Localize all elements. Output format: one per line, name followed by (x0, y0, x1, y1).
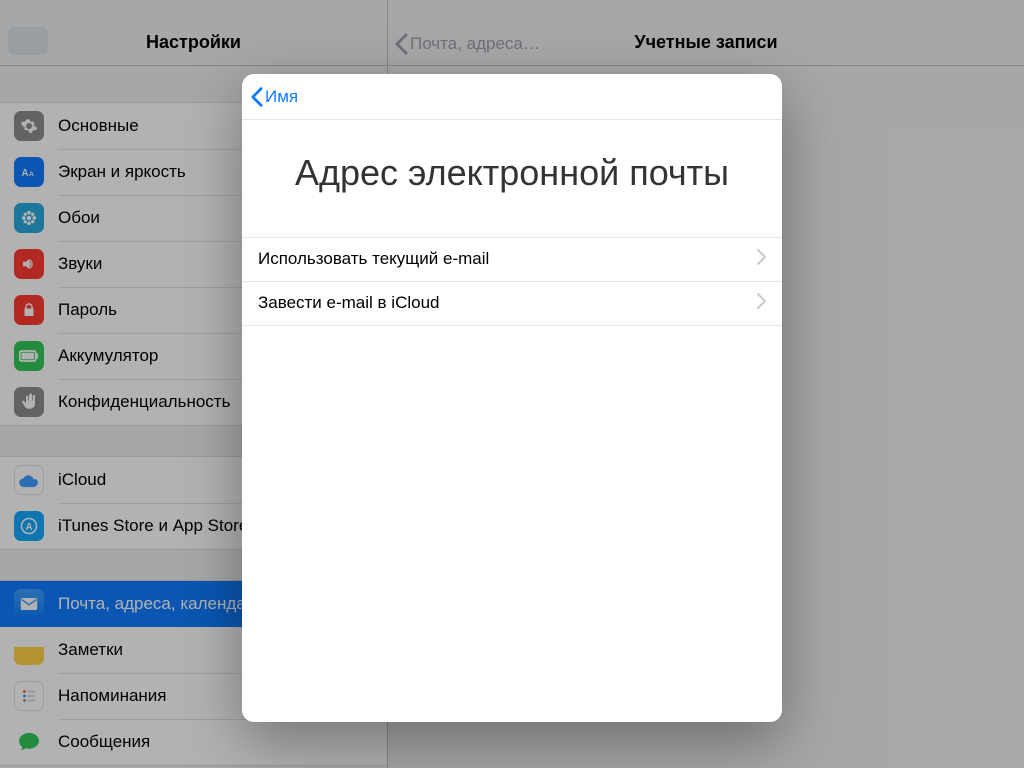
email-modal: Имя Адрес электронной почты Использовать… (242, 74, 782, 722)
modal-options: Использовать текущий e-mail Завести e-ma… (242, 237, 782, 326)
modal-option-current-email[interactable]: Использовать текущий e-mail (242, 238, 782, 282)
chevron-right-icon (757, 249, 766, 270)
chevron-right-icon (757, 293, 766, 314)
modal-option-icloud-email[interactable]: Завести e-mail в iCloud (242, 282, 782, 326)
modal-title: Адрес электронной почты (242, 120, 782, 237)
modal-option-label: Использовать текущий e-mail (258, 249, 489, 269)
modal-nav: Имя (242, 74, 782, 120)
modal-option-label: Завести e-mail в iCloud (258, 293, 439, 313)
modal-back-button[interactable]: Имя (242, 86, 298, 108)
modal-back-label: Имя (265, 87, 298, 107)
